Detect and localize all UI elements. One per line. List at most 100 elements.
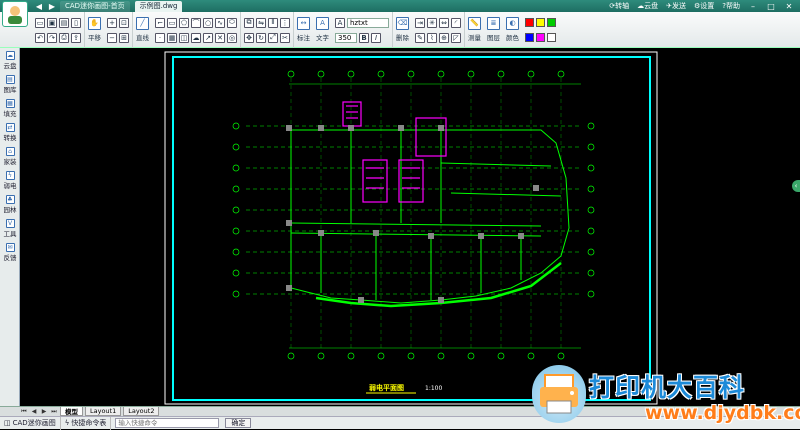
italic-button[interactable]: I xyxy=(371,32,381,43)
ray-icon[interactable]: ↗ xyxy=(203,32,213,43)
polyline-icon[interactable]: ⌐ xyxy=(155,17,165,28)
redo-icon[interactable]: ↷ xyxy=(47,32,57,43)
fillet-icon[interactable]: ◜ xyxy=(451,17,461,28)
text-button[interactable]: A 文字 xyxy=(313,12,332,46)
sidebar-item-weak-current[interactable]: ϟ 弱电 xyxy=(0,168,20,192)
delete-button[interactable]: ⌫ 删除 xyxy=(393,12,412,46)
move-icon[interactable]: ✥ xyxy=(244,32,254,43)
rectangle-icon[interactable]: ▭ xyxy=(167,17,177,28)
copy-icon[interactable]: ⧉ xyxy=(244,17,254,28)
tab-layout1[interactable]: Layout1 xyxy=(85,407,122,416)
command-input[interactable] xyxy=(115,418,220,428)
sidebar-item-convert[interactable]: ⇄ 转换 xyxy=(0,120,20,144)
scale-icon[interactable]: ⤢ xyxy=(268,32,278,43)
tab-home[interactable]: CAD迷你画图-首页 xyxy=(60,0,130,12)
cloud-button[interactable]: ☁云盘 xyxy=(637,1,658,11)
array-icon[interactable]: ⋮ xyxy=(280,17,290,28)
title-bar: ◀ ▶ CAD迷你画图-首页 示例图.dwg ⟳转轴 ☁云盘 ✈发送 ⚙设置 ?… xyxy=(0,0,800,12)
pan-button[interactable]: ✋ 平移 xyxy=(85,12,104,46)
mirror-icon[interactable]: ⇋ xyxy=(256,17,266,28)
rotate-icon[interactable]: ↻ xyxy=(256,32,266,43)
bold-button[interactable]: B xyxy=(359,32,369,43)
new-icon[interactable]: ▯ xyxy=(71,17,81,28)
measure-button[interactable]: 📏 测量 xyxy=(465,12,484,46)
export-icon[interactable]: ⇪ xyxy=(71,32,81,43)
line-button[interactable]: ╱ 直线 xyxy=(133,12,152,46)
chamfer-icon[interactable]: ◸ xyxy=(451,32,461,43)
prev-tab-icon[interactable]: ◀ xyxy=(30,408,38,415)
block-icon[interactable]: ◫ xyxy=(179,32,189,43)
zoom-in-icon[interactable]: + xyxy=(107,17,117,28)
revcloud-icon[interactable]: ☁ xyxy=(191,32,201,43)
polygon-icon[interactable]: ⬠ xyxy=(179,17,189,28)
spline-icon[interactable]: ∿ xyxy=(215,17,225,28)
color-button[interactable]: ◐ 颜色 xyxy=(503,12,522,46)
color-swatch[interactable] xyxy=(547,18,556,27)
first-tab-icon[interactable]: ⏮ xyxy=(20,408,28,415)
minimize-icon[interactable]: – xyxy=(748,2,758,11)
color-swatch[interactable] xyxy=(525,33,534,42)
break-icon[interactable]: ⌇ xyxy=(427,32,437,43)
forward-icon[interactable]: ▶ xyxy=(47,2,57,11)
maximize-icon[interactable]: □ xyxy=(766,2,776,11)
sidebar-item-library[interactable]: ▤ 图库 xyxy=(0,72,20,96)
offset-icon[interactable]: ⫴ xyxy=(268,17,278,28)
save-as-icon[interactable]: ▤ xyxy=(59,17,69,28)
expand-panel-button[interactable]: ‹ xyxy=(792,180,800,192)
zoom-extents-icon[interactable]: ⊡ xyxy=(119,17,129,28)
stretch-icon[interactable]: ⇔ xyxy=(439,17,449,28)
app-logo[interactable] xyxy=(2,1,28,27)
tab-model[interactable]: 模型 xyxy=(60,407,83,416)
open-icon[interactable]: ▭ xyxy=(35,17,45,28)
xline-icon[interactable]: ✕ xyxy=(215,32,225,43)
color-swatch[interactable] xyxy=(536,18,545,27)
undo-icon[interactable]: ↶ xyxy=(35,32,45,43)
last-tab-icon[interactable]: ⏭ xyxy=(50,408,58,415)
font-size-select[interactable]: 350 xyxy=(335,32,357,43)
join-icon[interactable]: ⊕ xyxy=(439,32,449,43)
explode-icon[interactable]: ✳ xyxy=(427,17,437,28)
help-button[interactable]: ?帮助 xyxy=(722,1,740,11)
sidebar-item-feedback[interactable]: ✉ 反馈 xyxy=(0,240,20,264)
match-prop-icon[interactable]: ✎ xyxy=(415,32,425,43)
shortcut-list-button[interactable]: ϟ 快捷命令表 xyxy=(61,416,112,430)
sidebar-item-fill[interactable]: ▦ 填充 xyxy=(0,96,20,120)
color-swatch[interactable] xyxy=(525,18,534,27)
next-tab-icon[interactable]: ▶ xyxy=(40,408,48,415)
hatch-icon[interactable]: ▦ xyxy=(167,32,177,43)
zoom-out-icon[interactable]: − xyxy=(107,32,117,43)
ellipse-icon[interactable]: ⬭ xyxy=(227,17,237,28)
sidebar-item-home-decor[interactable]: ⌂ 家装 xyxy=(0,144,20,168)
modify-group: ⇥ ✳ ⇔ ◜ ✎ ⌇ ⊕ ◸ xyxy=(412,12,465,48)
arc-icon[interactable]: ⌒ xyxy=(191,17,201,28)
trim-icon[interactable]: ✂ xyxy=(280,32,290,43)
sidebar-item-garden[interactable]: ♣ 园林 xyxy=(0,192,20,216)
print-icon[interactable]: ⎙ xyxy=(59,32,69,43)
settings-button[interactable]: ⚙设置 xyxy=(694,1,714,11)
drawing-canvas[interactable]: 弱电平面图 1:100 xyxy=(21,48,800,406)
donut-icon[interactable]: ◎ xyxy=(227,32,237,43)
save-icon[interactable]: ▣ xyxy=(47,17,57,28)
color-swatch[interactable] xyxy=(547,33,556,42)
layer-button[interactable]: ≣ 图层 xyxy=(484,12,503,46)
tab-layout2[interactable]: Layout2 xyxy=(123,407,160,416)
circle-icon[interactable]: ○ xyxy=(203,17,213,28)
font-select[interactable]: hztxt xyxy=(347,17,389,28)
sidebar-item-cloud[interactable]: ☁ 云盘 xyxy=(0,48,20,72)
marker-button[interactable]: ↔ 标注 xyxy=(294,12,313,46)
rotate-button[interactable]: ⟳转轴 xyxy=(609,1,629,11)
color-swatch[interactable] xyxy=(536,33,545,42)
point-icon[interactable]: · xyxy=(155,32,165,43)
cad-drawing[interactable]: 弱电平面图 1:100 xyxy=(21,48,800,406)
back-icon[interactable]: ◀ xyxy=(34,2,44,11)
tools-icon: V xyxy=(5,218,15,228)
zoom-window-icon[interactable]: ⊞ xyxy=(119,32,129,43)
send-button[interactable]: ✈发送 xyxy=(666,1,686,11)
sidebar-label: 家装 xyxy=(3,157,17,166)
close-icon[interactable]: ✕ xyxy=(784,2,794,11)
ok-button[interactable]: 确定 xyxy=(225,418,252,428)
extend-icon[interactable]: ⇥ xyxy=(415,17,425,28)
tab-drawing[interactable]: 示例图.dwg xyxy=(134,0,183,12)
column-marker xyxy=(478,233,484,239)
sidebar-item-tools[interactable]: V 工具 xyxy=(0,216,20,240)
